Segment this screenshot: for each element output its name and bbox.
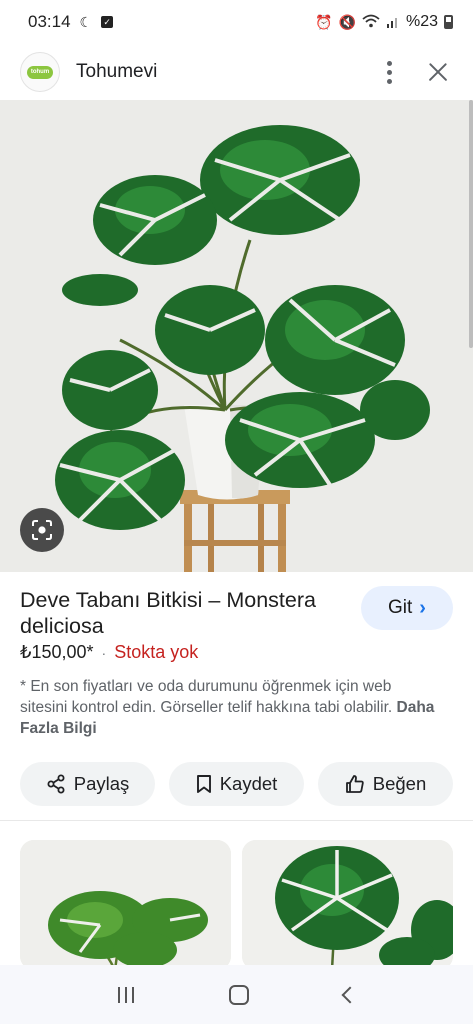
related-image[interactable]: [242, 840, 453, 970]
price: ₺150,00*: [20, 642, 94, 662]
battery-icon: [444, 15, 453, 29]
recent-apps-icon[interactable]: [117, 986, 134, 1003]
share-label: Paylaş: [73, 773, 130, 794]
save-button[interactable]: Kaydet: [169, 762, 304, 806]
bookmark-icon: [196, 775, 211, 793]
moon-icon: ☾: [79, 14, 93, 30]
wifi-icon: [362, 14, 380, 30]
go-button-label: Git: [388, 597, 413, 618]
battery-percent: %23: [405, 13, 438, 30]
site-logo[interactable]: tohum: [20, 52, 60, 92]
chevron-right-icon: ›: [419, 596, 426, 619]
status-bar: 03:14 ☾ ✓ ⏰ 🔇 %23: [0, 0, 473, 44]
lens-search-icon[interactable]: [20, 508, 64, 552]
back-icon[interactable]: [341, 986, 358, 1003]
header: tohum Tohumevi: [0, 44, 473, 100]
status-time: 03:14: [28, 12, 71, 31]
scrollbar-thumb[interactable]: [469, 100, 473, 348]
logo-text: tohum: [27, 65, 53, 79]
price-notice: * En son fiyatları ve oda durumunu öğren…: [20, 676, 440, 739]
alarm-icon: ⏰: [315, 14, 333, 30]
notice-text: * En son fiyatları ve oda durumunu öğren…: [20, 678, 397, 716]
more-vert-icon[interactable]: [371, 52, 407, 92]
stock-status: Stokta yok: [114, 642, 199, 662]
home-icon[interactable]: [228, 984, 249, 1005]
system-nav-bar: [0, 965, 473, 1024]
site-name[interactable]: Tohumevi: [76, 61, 157, 83]
thumbs-up-icon: [345, 775, 364, 793]
product-title: Deve Tabanı Bitkisi – Monstera deliciosa: [20, 588, 316, 638]
close-icon[interactable]: [423, 57, 453, 87]
share-button[interactable]: Paylaş: [20, 762, 155, 806]
go-button[interactable]: Git ›: [361, 586, 453, 630]
check-box-icon: ✓: [101, 16, 114, 28]
product-image[interactable]: [0, 100, 473, 572]
related-image[interactable]: [20, 840, 231, 970]
like-button[interactable]: Beğen: [318, 762, 453, 806]
save-label: Kaydet: [219, 773, 278, 794]
price-row: ₺150,00* · Stokta yok: [20, 642, 198, 663]
action-bar: Paylaş Kaydet Beğen: [20, 762, 453, 806]
mute-icon: 🔇: [338, 14, 356, 30]
like-label: Beğen: [372, 773, 427, 794]
separator-dot: ·: [101, 644, 107, 661]
divider: [0, 820, 473, 821]
share-icon: [47, 774, 65, 794]
signal-icon: [386, 14, 400, 30]
